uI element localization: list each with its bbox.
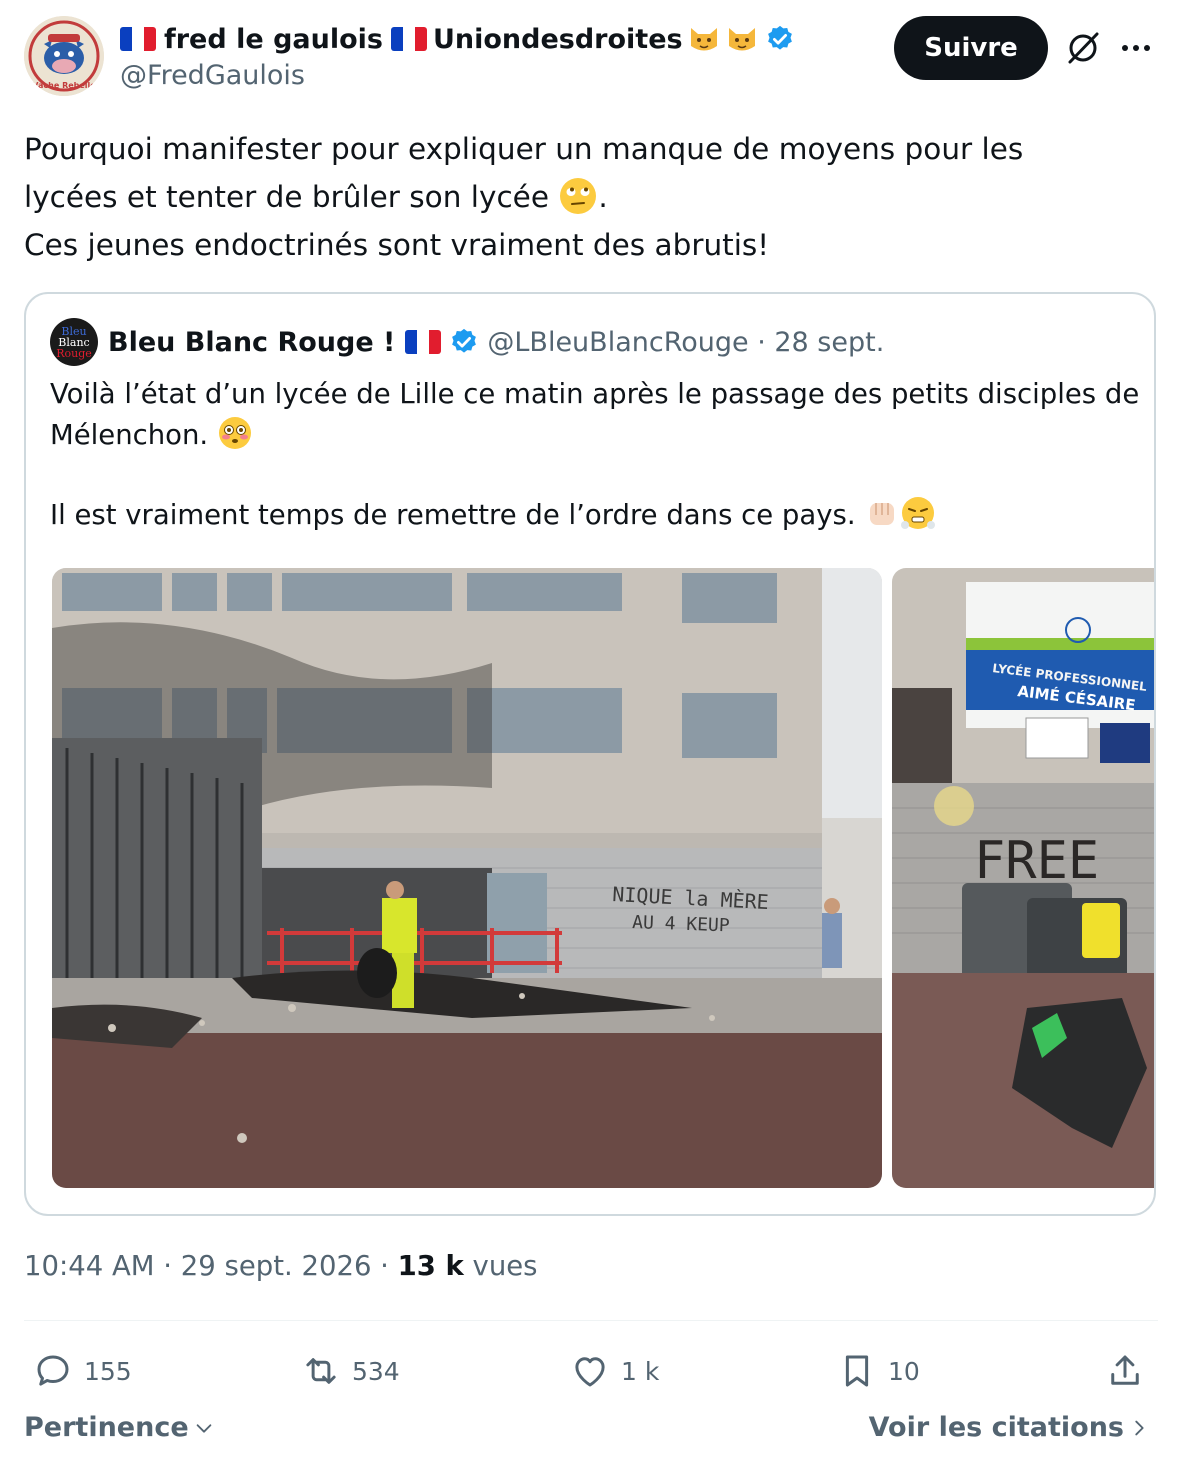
quote-avatar-text: Rouge	[56, 346, 92, 360]
verified-badge-icon[interactable]	[765, 24, 795, 54]
sort-label: Pertinence	[24, 1412, 189, 1443]
bookmark-icon	[845, 1355, 869, 1387]
quote-author-avatar[interactable]: Bleu Blanc Rouge	[50, 318, 98, 366]
author-handle[interactable]: @FredGaulois	[120, 60, 305, 91]
chevron-down-icon	[196, 1423, 211, 1433]
quote-photo-2[interactable]: LYCÉE PROFESSIONNEL AIMÉ CÉSAIRE FREE	[892, 568, 1154, 1188]
tweet-timestamp[interactable]: 10:44 AM · 29 sept. 2026 ·	[24, 1250, 398, 1282]
view-quotes-label: Voir les citations	[868, 1412, 1124, 1443]
france-flag-icon	[120, 27, 156, 51]
quote-body: Voilà l’état d’un lycée de Lille ce mati…	[50, 374, 1140, 536]
flushed-face-emoji-icon	[218, 417, 251, 449]
tweet-body: Pourquoi manifester pour expliquer un ma…	[24, 125, 1144, 269]
share-icon	[1111, 1355, 1139, 1385]
quote-avatar-text: Blanc	[58, 335, 90, 349]
tweet-line-text: lycées et tenter de brûler son lycée	[24, 180, 559, 214]
avatar-logo-text: Vache Rebelle	[32, 81, 96, 90]
quote-author-name[interactable]: Bleu Blanc Rouge !	[108, 327, 395, 358]
quote-handle-date[interactable]: @LBleuBlancRouge · 28 sept.	[487, 327, 884, 358]
quote-line: Mélenchon.	[50, 415, 1140, 456]
cat-face-icon	[728, 28, 755, 51]
quote-line-text: Il est vraiment temps de remettre de l’o…	[50, 499, 865, 531]
quote-line: Il est vraiment temps de remettre de l’o…	[50, 495, 1140, 536]
quote-line: Voilà l’état d’un lycée de Lille ce mati…	[50, 378, 1140, 410]
views-count: 13 k	[397, 1250, 464, 1282]
like-button[interactable]: 1 k	[569, 1346, 659, 1396]
avatar-cow-image: Vache Rebelle	[24, 16, 104, 96]
quote-header: Bleu Blanc Rouge ! @LBleuBlancRouge · 28…	[108, 322, 884, 362]
action-bar: 155 534 1 k 10	[24, 1346, 1158, 1396]
france-flag-icon	[405, 330, 442, 354]
tweet-meta: 10:44 AM · 29 sept. 2026 · 13 k vues	[24, 1250, 538, 1282]
heart-icon	[575, 1357, 605, 1387]
verified-badge-icon[interactable]	[449, 327, 479, 357]
reply-button[interactable]: 155	[32, 1346, 132, 1396]
author-name-part2[interactable]: Uniondesdroites	[433, 24, 683, 55]
follow-button[interactable]: Suivre	[894, 16, 1048, 80]
bookmark-button[interactable]: 10	[836, 1346, 920, 1396]
graffiti-text: AU 4 KEUP	[632, 912, 730, 936]
burned-school-photo: NIQUE la MÈRE AU 4 KEUP	[52, 568, 882, 1188]
tweet-header: Vache Rebelle fred le gaulois Uniondesdr…	[24, 14, 1158, 98]
quote-avatar-text: Bleu	[61, 324, 87, 338]
quote-line-text: Mélenchon.	[50, 419, 217, 451]
sort-replies-dropdown[interactable]: Pertinence	[24, 1412, 215, 1443]
author-avatar[interactable]: Vache Rebelle	[24, 16, 104, 96]
grok-icon[interactable]	[1064, 29, 1102, 67]
repost-button[interactable]: 534	[300, 1346, 400, 1396]
bookmark-count: 10	[888, 1356, 920, 1386]
oncoming-fist-emoji-icon	[870, 503, 895, 525]
france-flag-icon	[390, 27, 427, 51]
repost-count: 534	[352, 1356, 400, 1386]
like-count: 1 k	[621, 1356, 660, 1386]
chevron-right-icon	[1135, 1420, 1144, 1435]
tweet-line: Ces jeunes endoctrinés sont vraiment des…	[24, 228, 770, 262]
views-label: vues	[463, 1250, 538, 1282]
steam-face-emoji-icon	[901, 497, 936, 529]
quote-photo-1[interactable]: NIQUE la MÈRE AU 4 KEUP	[52, 568, 882, 1188]
eye-roll-emoji-icon	[560, 178, 597, 214]
repost-icon	[306, 1358, 336, 1384]
author-name-row[interactable]: fred le gaulois Uniondesdroites	[120, 20, 795, 58]
quoted-tweet-card[interactable]: Bleu Blanc Rouge Bleu Blanc Rouge ! @LBl…	[24, 292, 1156, 1216]
reply-count: 155	[84, 1356, 132, 1386]
tweet-line: lycées et tenter de brûler son lycée .	[24, 173, 1144, 221]
graffiti-text: FREE	[974, 831, 1099, 891]
view-quotes-link[interactable]: Voir les citations	[869, 1412, 1150, 1443]
divider	[24, 1320, 1158, 1321]
reply-icon	[37, 1355, 69, 1386]
cat-face-icon	[690, 28, 717, 51]
tweet-line: Pourquoi manifester pour expliquer un ma…	[24, 132, 1024, 166]
more-options-icon[interactable]	[1116, 29, 1156, 67]
lycee-sign-photo: LYCÉE PROFESSIONNEL AIMÉ CÉSAIRE FREE	[892, 568, 1154, 1188]
author-name-part1[interactable]: fred le gaulois	[164, 24, 383, 55]
tweet-line-text: .	[598, 180, 608, 214]
share-button[interactable]	[1104, 1346, 1146, 1396]
